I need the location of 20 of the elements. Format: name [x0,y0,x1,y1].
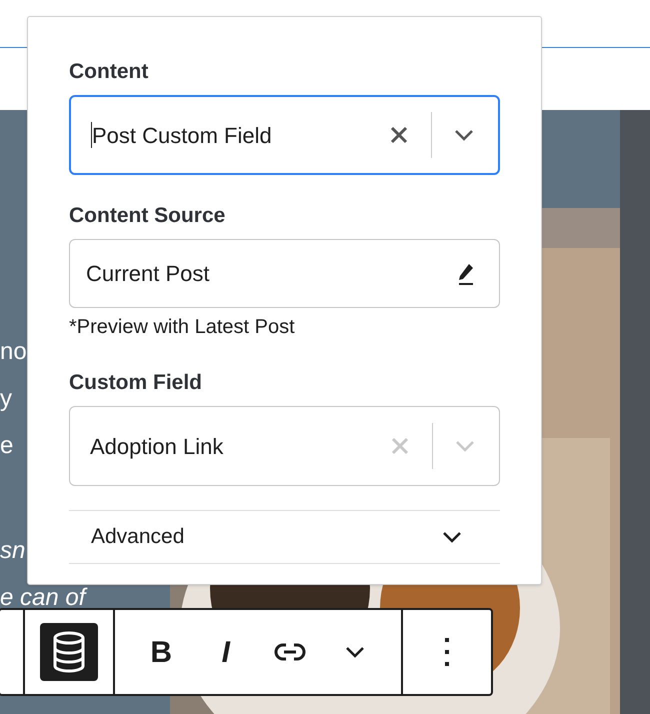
chevron-down-icon[interactable] [454,129,474,141]
field-note: *Preview with Latest Post [69,315,296,340]
clear-icon[interactable] [389,125,409,145]
paragraph-fragment: y [0,385,12,412]
field-label: Content [69,59,150,85]
paragraph-fragment: e can of [0,584,86,611]
source-field[interactable]: Current Post [69,239,500,308]
paragraph-fragment: no [0,338,27,365]
database-icon[interactable] [40,623,98,681]
field-value: Current Post [86,260,210,288]
field-value: Post Custom Field [92,122,273,150]
pencil-icon[interactable] [457,262,475,286]
paragraph-fragment: e [0,432,14,459]
chevron-icon [442,531,462,543]
paragraph-fragment: sn [0,537,26,564]
select-field[interactable]: Post Custom Field [69,95,500,175]
field-label: Content Source [69,203,226,229]
field-value: Adoption Link [90,432,224,461]
text-cursor [91,122,92,148]
field-label: Custom Field [69,370,204,396]
